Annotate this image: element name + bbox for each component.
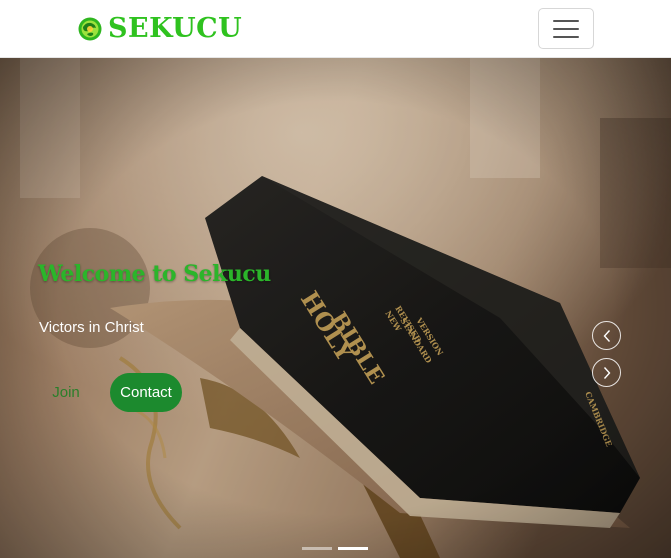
carousel-prev-button[interactable] — [592, 321, 621, 350]
hamburger-menu-icon — [553, 19, 579, 22]
chevron-left-icon — [603, 329, 610, 342]
hero-bible-image: HOLY BIBLE NEW REVISED STANDARD VERSION … — [0, 58, 671, 558]
carousel-indicator-1[interactable] — [302, 547, 332, 550]
hero-title: Welcome to Sekucu — [38, 261, 271, 287]
hero-carousel: HOLY BIBLE NEW REVISED STANDARD VERSION … — [0, 58, 671, 558]
globe-logo-icon — [78, 17, 102, 41]
brand-name: SEKUCU — [108, 13, 243, 44]
carousel-indicator-2[interactable] — [338, 547, 368, 550]
carousel-indicators — [302, 547, 368, 550]
contact-button[interactable]: Contact — [110, 373, 182, 412]
navbar: SEKUCU — [0, 0, 671, 58]
navbar-toggler-button[interactable] — [538, 8, 594, 49]
chevron-right-icon — [603, 366, 610, 379]
brand-link[interactable]: SEKUCU — [78, 14, 242, 44]
carousel-next-button[interactable] — [592, 358, 621, 387]
hero-subtitle: Victors in Christ — [39, 319, 144, 336]
join-button[interactable]: Join — [40, 373, 92, 412]
